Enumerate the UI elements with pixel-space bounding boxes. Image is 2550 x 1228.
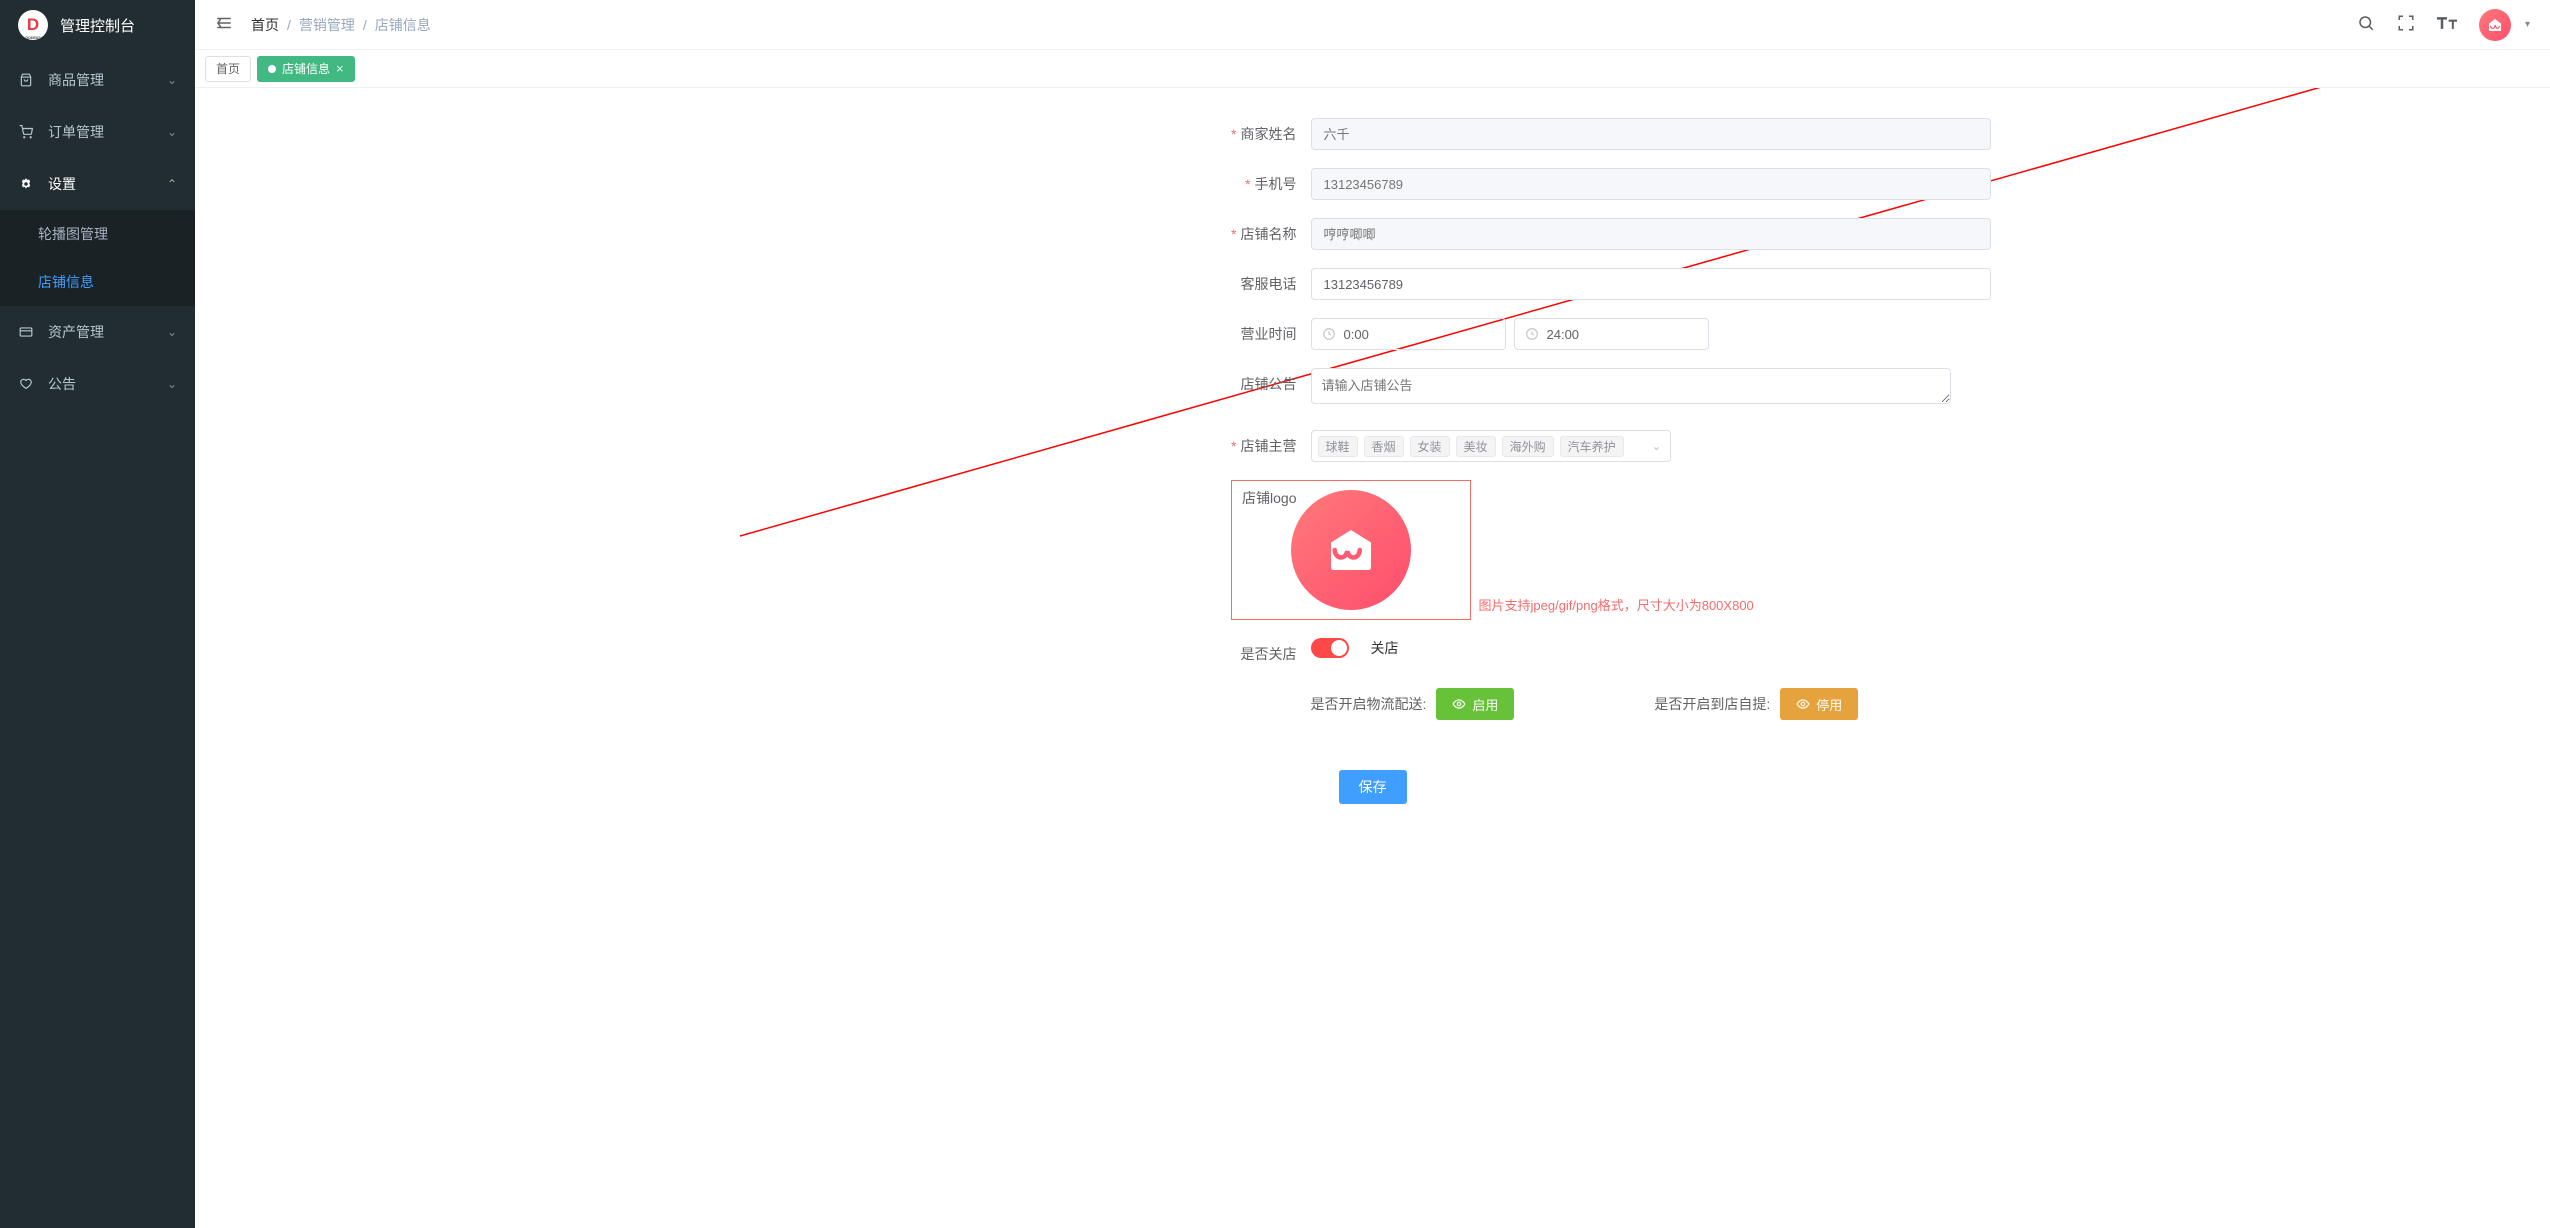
sidebar-item-assets[interactable]: 资产管理 ⌄ xyxy=(0,306,195,358)
sidebar-item-label: 商品管理 xyxy=(48,70,104,90)
sidebar-sub-label: 轮播图管理 xyxy=(38,224,108,244)
sidebar-item-label: 资产管理 xyxy=(48,322,104,342)
sidebar: D DODEAS 管理控制台 商品管理 ⌄ 订单管理 ⌄ xyxy=(0,0,195,1228)
hours-start-input[interactable]: 0:00 xyxy=(1311,318,1506,350)
service-phone-label: 客服电话 xyxy=(723,268,1311,300)
shop-form: 商家姓名 手机号 店铺名称 客服电话 营业时间 xyxy=(723,118,2023,804)
tag-item[interactable]: 女装 xyxy=(1410,436,1450,457)
sidebar-sub-shopinfo[interactable]: 店铺信息 xyxy=(0,258,195,306)
chevron-up-icon: ⌃ xyxy=(167,177,177,191)
phone-label: 手机号 xyxy=(723,168,1311,200)
collapse-sidebar-button[interactable] xyxy=(215,14,233,35)
button-label: 保存 xyxy=(1359,777,1387,797)
breadcrumb-sep: / xyxy=(287,17,291,33)
chevron-down-icon: ⌄ xyxy=(167,325,177,339)
hours-end-value: 24:00 xyxy=(1547,327,1580,342)
heart-icon xyxy=(18,377,34,391)
tab-label: 首页 xyxy=(216,60,240,77)
topbar: 首页 / 营销管理 / 店铺信息 ▾ xyxy=(195,0,2550,50)
pickup-disable-button[interactable]: 停用 xyxy=(1780,688,1858,720)
fullscreen-icon[interactable] xyxy=(2397,14,2415,35)
phone-input xyxy=(1311,168,1991,200)
sidebar-item-settings[interactable]: 设置 ⌃ xyxy=(0,158,195,210)
fontsize-icon[interactable] xyxy=(2437,14,2457,35)
breadcrumb-home[interactable]: 首页 xyxy=(251,15,279,35)
shop-name-label: 店铺名称 xyxy=(723,218,1311,250)
main-biz-label: 店铺主营 xyxy=(723,430,1311,462)
tab-home[interactable]: 首页 xyxy=(205,56,251,82)
service-phone-input[interactable] xyxy=(1311,268,1991,300)
chevron-down-icon: ⌄ xyxy=(167,73,177,87)
caret-down-icon[interactable]: ▾ xyxy=(2525,19,2530,30)
eye-icon xyxy=(1796,697,1810,711)
main-biz-select[interactable]: 球鞋 香烟 女装 美妆 海外购 汽车养护 ⌄ xyxy=(1311,430,1671,462)
button-label: 停用 xyxy=(1816,695,1842,714)
notice-textarea[interactable] xyxy=(1311,368,1951,404)
delivery-enable-button[interactable]: 启用 xyxy=(1436,688,1514,720)
logo-label: 店铺logo xyxy=(723,480,1311,514)
merchant-name-label: 商家姓名 xyxy=(723,118,1311,150)
tag-item[interactable]: 香烟 xyxy=(1364,436,1404,457)
clock-icon xyxy=(1322,327,1336,341)
tab-label: 店铺信息 xyxy=(282,60,330,77)
breadcrumb-sep: / xyxy=(363,17,367,33)
logo-upload-box[interactable] xyxy=(1231,480,1471,620)
tag-item[interactable]: 美妆 xyxy=(1456,436,1496,457)
button-label: 启用 xyxy=(1472,695,1498,714)
shop-name-input xyxy=(1311,218,1991,250)
tag-item[interactable]: 海外购 xyxy=(1502,436,1554,457)
notice-label: 店铺公告 xyxy=(723,368,1311,400)
sidebar-item-notice[interactable]: 公告 ⌄ xyxy=(0,358,195,410)
merchant-name-input xyxy=(1311,118,1991,150)
chevron-down-icon: ⌄ xyxy=(1651,439,1661,453)
eye-icon xyxy=(1452,697,1466,711)
sidebar-item-label: 订单管理 xyxy=(48,122,104,142)
tag-item[interactable]: 球鞋 xyxy=(1318,436,1358,457)
breadcrumb-leaf: 店铺信息 xyxy=(375,15,431,35)
hours-end-input[interactable]: 24:00 xyxy=(1514,318,1709,350)
close-icon[interactable]: × xyxy=(336,61,344,76)
closed-label: 是否关店 xyxy=(723,638,1311,670)
sidebar-item-orders[interactable]: 订单管理 ⌄ xyxy=(0,106,195,158)
bag-icon xyxy=(18,73,34,87)
sidebar-item-label: 公告 xyxy=(48,374,76,394)
store-logo-icon xyxy=(1291,490,1411,610)
hours-label: 营业时间 xyxy=(723,318,1311,350)
sidebar-item-label: 设置 xyxy=(48,174,76,194)
tab-shopinfo[interactable]: 店铺信息 × xyxy=(257,56,355,82)
card-icon xyxy=(18,325,34,339)
logo-hint-text: 图片支持jpeg/gif/png格式，尺寸大小为800X800 xyxy=(1479,595,1754,620)
sidebar-item-products[interactable]: 商品管理 ⌄ xyxy=(0,54,195,106)
sidebar-menu: 商品管理 ⌄ 订单管理 ⌄ 设置 ⌃ 轮播图管理 店铺信息 xyxy=(0,50,195,410)
delivery-label: 是否开启物流配送: xyxy=(1311,694,1427,714)
active-dot-icon xyxy=(268,65,276,73)
content: 商家姓名 手机号 店铺名称 客服电话 营业时间 xyxy=(195,88,2550,1228)
brand-title: 管理控制台 xyxy=(60,15,135,36)
brand-logo: D DODEAS xyxy=(18,10,48,40)
main-area: 首页 / 营销管理 / 店铺信息 ▾ xyxy=(195,0,2550,1228)
chevron-down-icon: ⌄ xyxy=(167,377,177,391)
sidebar-sub-label: 店铺信息 xyxy=(38,272,94,292)
brand-letter: D xyxy=(27,15,39,35)
breadcrumb: 首页 / 营销管理 / 店铺信息 xyxy=(251,15,431,35)
tabs-bar: 首页 店铺信息 × xyxy=(195,50,2550,88)
sidebar-sub-banner[interactable]: 轮播图管理 xyxy=(0,210,195,258)
tag-item[interactable]: 汽车养护 xyxy=(1560,436,1624,457)
cart-icon xyxy=(18,125,34,139)
save-button[interactable]: 保存 xyxy=(1339,770,1407,804)
toolbar-right: ▾ xyxy=(2357,9,2530,41)
brand-subtext: DODEAS xyxy=(25,35,40,40)
gear-icon xyxy=(18,177,34,191)
hours-start-value: 0:00 xyxy=(1344,327,1369,342)
closed-switch[interactable] xyxy=(1311,638,1349,658)
breadcrumb-mid[interactable]: 营销管理 xyxy=(299,15,355,35)
brand-header: D DODEAS 管理控制台 xyxy=(0,0,195,50)
search-icon[interactable] xyxy=(2357,14,2375,35)
closed-value-text: 关店 xyxy=(1371,638,1399,658)
avatar[interactable] xyxy=(2479,9,2511,41)
pickup-label: 是否开启到店自提: xyxy=(1654,694,1770,714)
clock-icon xyxy=(1525,327,1539,341)
chevron-down-icon: ⌄ xyxy=(167,125,177,139)
